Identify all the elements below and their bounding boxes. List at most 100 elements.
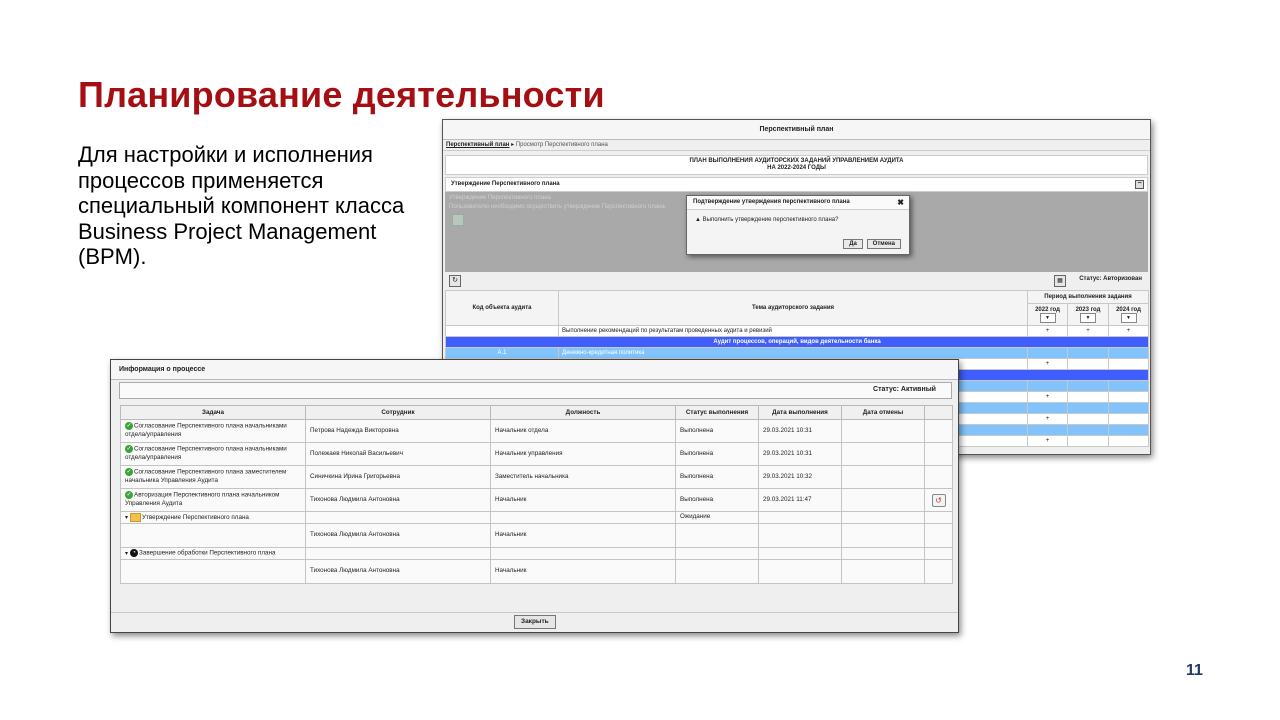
- table-row[interactable]: Тихонова Людмила Антоновна Начальник: [120, 523, 953, 548]
- breadcrumb-link-plan[interactable]: Перспективный план: [446, 142, 509, 148]
- row-position: Заместитель начальника: [490, 465, 676, 489]
- plan-status: Статус: Авторизован: [1079, 276, 1142, 282]
- row-status: Выполнена: [675, 488, 759, 512]
- confirm-dialog-buttons: Да Отмена: [841, 239, 901, 249]
- row-position: Начальник отдела: [490, 419, 676, 443]
- row-employee: Тихонова Людмила Антоновна: [305, 559, 491, 584]
- row-mark: +: [1027, 413, 1068, 425]
- check-icon: ✓: [125, 468, 133, 477]
- folder-icon: [130, 512, 142, 522]
- expand-icon[interactable]: ▾: [125, 515, 128, 521]
- breadcrumb-current: Просмотр Перспективного плана: [515, 142, 608, 148]
- row-employee: Синичкина Ирина Григорьевна: [305, 465, 491, 489]
- row-task: Согласование Перспективного плана замест…: [125, 468, 287, 485]
- row-position: Начальник: [490, 488, 676, 512]
- row-date: 29.03.2021 10:31: [758, 442, 842, 466]
- page-number: 11: [1186, 662, 1203, 679]
- row-mark: +: [1027, 391, 1068, 403]
- section-row[interactable]: Аудит процессов, операций, видов деятель…: [444, 336, 1150, 348]
- col-header-code: Код объекта аудита: [445, 290, 559, 326]
- confirm-dialog-text: Выполнить утверждение перспективного пла…: [702, 217, 839, 223]
- col-header-year: 2024 год ▼: [1107, 303, 1150, 326]
- row-topic: Денежно-кредитная политика: [558, 347, 1028, 359]
- plan-heading-line1: ПЛАН ВЫПОЛНЕНИЯ АУДИТОРСКИХ ЗАДАНИЙ УПРА…: [689, 158, 904, 164]
- table-row[interactable]: Тихонова Людмила Антоновна Начальник: [120, 559, 953, 584]
- col-header-cancel-date[interactable]: Дата отмены: [841, 405, 925, 420]
- process-table: Задача Сотрудник Должность Статус выполн…: [120, 405, 953, 584]
- col-header-period: Период выполнения задания: [1026, 290, 1150, 304]
- col-header-year: 2022 год ▼: [1027, 303, 1068, 326]
- col-header-employee[interactable]: Сотрудник: [305, 405, 491, 420]
- row-mark: +: [1067, 325, 1109, 337]
- row-mark: +: [1027, 435, 1068, 447]
- group-row[interactable]: ▾ ◔ Завершение обработки Перспективного пл…: [120, 547, 953, 560]
- yes-button[interactable]: Да: [843, 239, 863, 249]
- plan-heading: ПЛАН ВЫПОЛНЕНИЯ АУДИТОРСКИХ ЗАДАНИЙ УПРА…: [445, 155, 1148, 175]
- breadcrumb: Перспективный план ▸ Просмотр Перспектив…: [443, 140, 1150, 151]
- warning-icon: ▲: [695, 217, 701, 223]
- process-status-bar: Статус: Активный: [119, 382, 952, 399]
- section-title: Аудит процессов, операций, видов деятель…: [444, 336, 1150, 348]
- refresh-icon[interactable]: ↻: [449, 275, 461, 287]
- clock-icon: ◔: [130, 548, 139, 557]
- row-position: Начальник: [490, 559, 676, 584]
- plan-toolbar: ↻ ▦ Статус: Авторизован: [445, 273, 1146, 289]
- check-icon: ✓: [125, 445, 133, 454]
- table-row[interactable]: ✓ Авторизация Перспективного плана началь…: [120, 488, 953, 512]
- row-status: Выполнена: [675, 465, 759, 489]
- expand-icon[interactable]: ▾: [125, 551, 128, 557]
- col-header-actions: [924, 405, 953, 420]
- row-date: 29.03.2021 11:47: [758, 488, 842, 512]
- group-status: Ожидание: [675, 511, 759, 524]
- col-header-task[interactable]: Задача: [120, 405, 306, 420]
- row-date: 29.03.2021 10:32: [758, 465, 842, 489]
- confirm-dialog-body: ▲ Выполнить утверждение перспективного п…: [687, 210, 909, 230]
- row-task: Согласование Перспективного плана началь…: [125, 422, 287, 439]
- footer-divider: [111, 612, 958, 613]
- col-header-year: 2023 год ▼: [1067, 303, 1109, 326]
- check-icon: ✓: [125, 491, 133, 500]
- close-button[interactable]: Закрыть: [514, 615, 556, 629]
- row-position: Начальник управления: [490, 442, 676, 466]
- table-row[interactable]: А.1 Денежно-кредитная политика: [445, 347, 1150, 359]
- dropdown-icon[interactable]: ▼: [1120, 312, 1137, 323]
- table-row[interactable]: ✓ Согласование Перспективного плана начал…: [120, 419, 953, 443]
- group-task: Утверждение Перспективного плана: [142, 513, 249, 521]
- overlay-text-title: Утверждение Перспективного плана: [449, 195, 551, 201]
- grid-icon[interactable]: ▦: [1054, 275, 1066, 287]
- row-status: Выполнена: [675, 442, 759, 466]
- confirm-dialog-title: Подтверждение утверждения перспективного…: [693, 199, 850, 205]
- row-mark: +: [1027, 358, 1068, 370]
- process-status: Статус: Активный: [873, 386, 936, 393]
- slide-lead-text: Для настройки и исполнения процессов при…: [78, 142, 405, 269]
- group-row[interactable]: ▾ Утверждение Перспективного плана Ожидан…: [120, 511, 953, 524]
- col-header-date[interactable]: Дата выполнения: [758, 405, 842, 420]
- cancel-button[interactable]: Отмена: [866, 239, 901, 249]
- undo-button[interactable]: ↺: [931, 493, 946, 507]
- approval-panel-title: Утверждение Перспективного плана: [451, 181, 560, 187]
- dropdown-icon[interactable]: ▼: [1039, 312, 1056, 323]
- row-employee: Полежаев Николай Васильевич: [305, 442, 491, 466]
- row-topic: Выполнение рекомендаций по результатам п…: [558, 325, 1028, 337]
- table-row[interactable]: ✓ Согласование Перспективного плана начал…: [120, 442, 953, 466]
- document-icon: [452, 214, 464, 226]
- group-task: Завершение обработки Перспективного план…: [139, 549, 276, 557]
- process-window: Информация о процессе Статус: Активный З…: [110, 359, 959, 633]
- row-mark: +: [1107, 325, 1150, 337]
- close-icon[interactable]: ✖: [897, 196, 904, 209]
- col-header-position[interactable]: Должность: [490, 405, 676, 420]
- row-mark: +: [1027, 325, 1068, 337]
- row-task: Согласование Перспективного плана началь…: [125, 445, 287, 462]
- breadcrumb-separator-icon: ▸: [511, 142, 515, 148]
- collapse-button[interactable]: −: [1135, 180, 1144, 189]
- table-row[interactable]: ✓ Согласование Перспективного плана замес…: [120, 465, 953, 489]
- check-icon: ✓: [125, 422, 133, 431]
- plan-window-title: Перспективный план: [443, 120, 1150, 140]
- table-row[interactable]: Выполнение рекомендаций по результатам п…: [445, 325, 1150, 337]
- dropdown-icon[interactable]: ▼: [1080, 312, 1096, 323]
- row-position: Начальник: [490, 523, 676, 548]
- row-date: 29.03.2021 10:31: [758, 419, 842, 443]
- row-employee: Тихонова Людмила Антоновна: [305, 523, 491, 548]
- col-header-topic: Тема аудиторского задания: [558, 290, 1028, 326]
- col-header-status[interactable]: Статус выполнения: [675, 405, 759, 420]
